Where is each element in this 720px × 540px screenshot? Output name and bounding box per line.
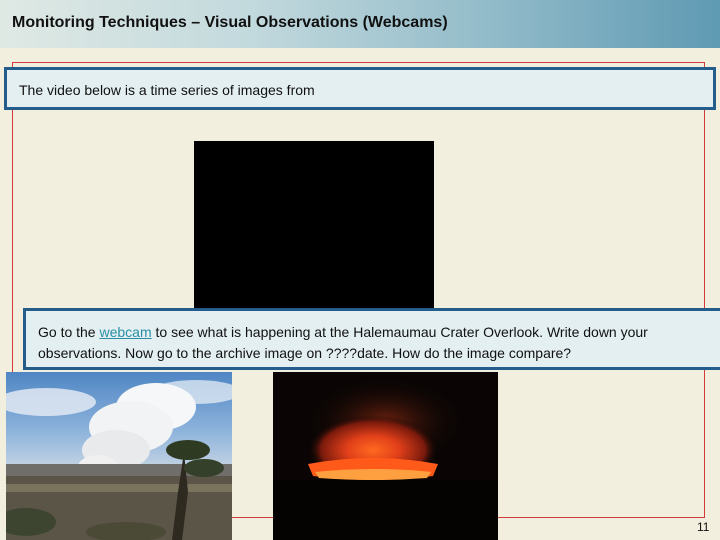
instruction-prefix: Go to the: [38, 324, 100, 340]
page-number: 11: [697, 520, 710, 534]
intro-text: The video below is a time series of imag…: [19, 82, 315, 98]
webcam-instruction-text: Go to the webcam to see what is happenin…: [38, 322, 718, 364]
webcam-instruction-box: Go to the webcam to see what is happenin…: [23, 308, 720, 370]
video-player[interactable]: [194, 141, 434, 321]
volcanic-plume-photo: [6, 372, 232, 540]
intro-box: The video below is a time series of imag…: [4, 67, 716, 110]
webcam-link[interactable]: webcam: [99, 324, 151, 340]
slide-title: Monitoring Techniques – Visual Observati…: [12, 14, 448, 31]
title-bar: Monitoring Techniques – Visual Observati…: [0, 0, 720, 48]
lava-crater-glow-photo: [273, 372, 498, 540]
